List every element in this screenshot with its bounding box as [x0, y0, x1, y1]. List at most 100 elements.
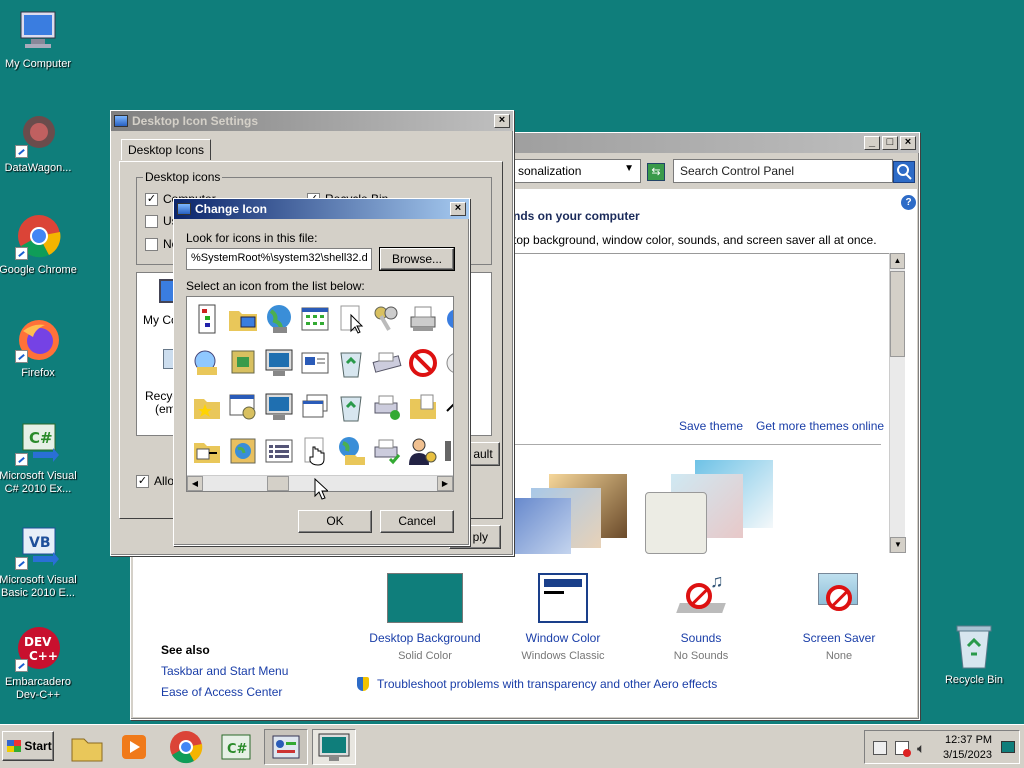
shortcut-arrow-icon	[15, 453, 28, 466]
checkbox[interactable]	[145, 215, 158, 229]
theme-list[interactable]: Save theme Get more themes online	[513, 253, 905, 554]
star-folder-icon[interactable]	[191, 391, 223, 423]
taskbar-display-button[interactable]	[312, 729, 356, 765]
get-more-themes-link[interactable]: Get more themes online	[756, 419, 884, 433]
scroll-thumb[interactable]	[890, 271, 905, 357]
desktop-icon-recycle-bin[interactable]: Recycle Bin	[934, 624, 1014, 687]
user-key-icon[interactable]	[407, 435, 439, 467]
help-icon[interactable]: ?	[901, 195, 916, 210]
taskbar-start-menu-link[interactable]: Taskbar and Start Menu	[161, 664, 288, 678]
taskbar-explorer-button[interactable]	[66, 729, 110, 765]
partial-icon[interactable]	[443, 391, 453, 423]
theme-scrollbar[interactable]: ▲ ▼	[889, 253, 906, 553]
tab-desktop-icons[interactable]: Desktop Icons	[121, 139, 212, 160]
restore-default-button[interactable]: ault	[466, 442, 500, 466]
web-page-icon[interactable]	[227, 435, 259, 467]
folder-arrow-icon[interactable]	[191, 435, 223, 467]
ie-folder-icon[interactable]	[191, 347, 223, 379]
desktop-icon-chrome[interactable]: Google Chrome	[0, 214, 78, 277]
show-desktop-icon[interactable]	[1001, 741, 1015, 753]
scroll-thumb[interactable]	[267, 476, 289, 491]
document-cursor-icon[interactable]	[335, 303, 367, 335]
printer-check-icon[interactable]	[371, 391, 403, 423]
checklist-folder-icon[interactable]	[407, 391, 439, 423]
partial-icon[interactable]	[443, 435, 453, 467]
search-input[interactable]: Search Control Panel	[673, 159, 893, 183]
clock-time[interactable]: 12:37 PM	[945, 734, 992, 746]
volume-icon[interactable]: 🔈︎	[917, 740, 925, 757]
list-window-icon[interactable]	[263, 435, 295, 467]
taskbar-media-player-button[interactable]	[114, 729, 158, 765]
sounds-item[interactable]: ♫ Sounds No Sounds	[631, 571, 771, 662]
recycle-bin-full-icon[interactable]	[335, 347, 367, 379]
hand-cursor-icon[interactable]	[299, 435, 331, 467]
icon-file-input[interactable]: %SystemRoot%\system32\shell32.d	[186, 248, 372, 270]
screen-saver-item[interactable]: Screen Saver None	[769, 573, 909, 662]
network-icon[interactable]	[873, 741, 887, 755]
close-button[interactable]: ×	[494, 114, 510, 128]
taskbar-visual-csharp-button[interactable]: C#	[216, 729, 260, 765]
checkbox[interactable]: ✓	[145, 193, 158, 207]
globe-folder-icon[interactable]	[335, 435, 367, 467]
ease-of-access-link[interactable]: Ease of Access Center	[161, 685, 282, 699]
settings-window-icon[interactable]	[227, 391, 259, 423]
action-center-flag-icon[interactable]	[895, 741, 911, 757]
no-entry-icon[interactable]	[407, 347, 439, 379]
checkbox[interactable]: ✓	[136, 475, 149, 489]
minimize-button[interactable]: _	[864, 136, 880, 150]
monitor-icon	[177, 203, 191, 215]
browse-button[interactable]: Browse...	[379, 247, 455, 271]
monitor-icon[interactable]	[263, 347, 295, 379]
start-button[interactable]: Start	[2, 731, 54, 761]
globe-computer-icon[interactable]	[263, 303, 295, 335]
tree-view-icon[interactable]	[191, 303, 223, 335]
chevron-down-icon[interactable]: ▼	[624, 163, 634, 174]
shortcut-arrow-icon	[15, 145, 28, 158]
clock-date[interactable]: 3/15/2023	[943, 749, 992, 761]
partial-icon[interactable]	[443, 303, 453, 335]
scroll-up-arrow[interactable]: ▲	[890, 253, 905, 269]
desktop-icon-visual-csharp[interactable]: C# Microsoft Visual C# 2010 Ex...	[0, 420, 78, 496]
desktop-icon-firefox[interactable]: Firefox	[0, 317, 78, 380]
monitor-icon[interactable]	[263, 391, 295, 423]
search-button[interactable]	[893, 161, 915, 183]
printer-folder-icon[interactable]	[227, 347, 259, 379]
maximize-button[interactable]: □	[882, 136, 898, 150]
windows-stack-icon[interactable]	[299, 391, 331, 423]
desktop-background-item[interactable]: Desktop Background Solid Color	[355, 573, 495, 662]
window-color-item[interactable]: Window Color Windows Classic	[493, 573, 633, 662]
grid-window-icon[interactable]	[299, 303, 331, 335]
recycle-bin-icon[interactable]	[335, 391, 367, 423]
printer-icon[interactable]	[407, 303, 439, 335]
scroll-down-arrow[interactable]: ▼	[890, 537, 906, 553]
address-bar[interactable]: sonalization ▼	[511, 159, 641, 183]
ok-button[interactable]: OK	[298, 510, 372, 533]
checkbox[interactable]	[145, 238, 158, 252]
close-button[interactable]: ×	[900, 136, 916, 150]
taskbar-control-panel-button[interactable]	[264, 729, 308, 765]
desktop-icon-visual-basic[interactable]: VB Microsoft Visual Basic 2010 E...	[0, 524, 78, 600]
partial-icon[interactable]	[443, 347, 453, 379]
icon-list[interactable]: ◀ ▶	[186, 296, 454, 492]
desktop-icon-devcpp[interactable]: DEV C++ Embarcadero Dev-C++	[0, 626, 78, 702]
window-list-icon[interactable]	[299, 347, 331, 379]
network-folder-icon[interactable]	[227, 303, 259, 335]
theme-thumbnail[interactable]	[513, 468, 633, 554]
svg-text:C++: C++	[29, 649, 58, 663]
solid-color-swatch	[387, 573, 463, 623]
save-theme-link[interactable]: Save theme	[679, 419, 743, 433]
cancel-button[interactable]: Cancel	[380, 510, 454, 533]
desktop-icon-my-computer[interactable]: My Computer	[0, 8, 78, 71]
theme-thumbnail[interactable]	[645, 460, 775, 554]
printer-network-icon[interactable]	[371, 347, 403, 379]
taskbar-chrome-button[interactable]	[166, 729, 210, 765]
refresh-button[interactable]: ⇆	[647, 163, 665, 181]
printer-check-icon[interactable]	[371, 435, 403, 467]
scroll-left-arrow[interactable]: ◀	[187, 476, 203, 491]
keys-icon[interactable]	[371, 303, 403, 335]
close-button[interactable]: ×	[450, 202, 466, 216]
desktop-icon-datawagon[interactable]: DataWagon...	[0, 112, 78, 175]
troubleshoot-link[interactable]: Troubleshoot problems with transparency …	[377, 677, 717, 691]
desktop-icon-label: DataWagon...	[4, 162, 72, 174]
scroll-right-arrow[interactable]: ▶	[437, 476, 453, 491]
